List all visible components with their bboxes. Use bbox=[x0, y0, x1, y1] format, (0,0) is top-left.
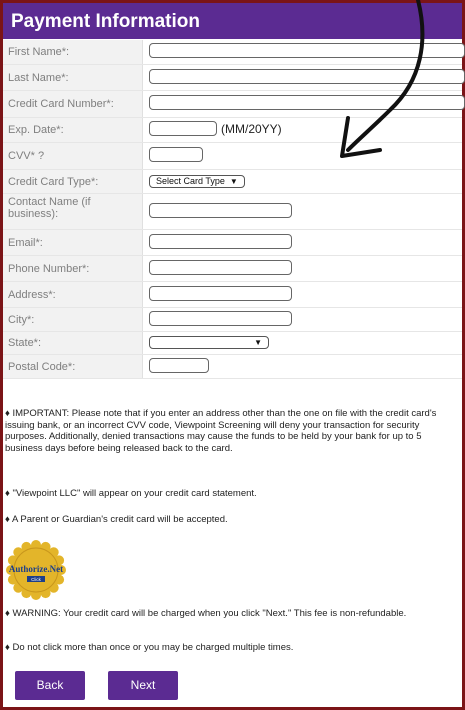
email-label: Email*: bbox=[3, 230, 143, 255]
contact-name-input[interactable] bbox=[149, 202, 292, 218]
city-label: City*: bbox=[3, 308, 143, 331]
card-type-selected: Select Card Type bbox=[156, 175, 225, 186]
guardian-note: ♦ A Parent or Guardian's credit card wil… bbox=[5, 514, 228, 525]
first-name-input[interactable] bbox=[149, 43, 465, 58]
last-name-label: Last Name*: bbox=[3, 65, 143, 90]
phone-input[interactable] bbox=[149, 259, 292, 275]
address-input[interactable] bbox=[149, 285, 292, 301]
address-label: Address*: bbox=[3, 282, 143, 307]
statement-note: ♦ "Viewpoint LLC" will appear on your cr… bbox=[5, 488, 257, 499]
form-row-contact-name: Contact Name (if business): bbox=[3, 194, 462, 230]
form-row-state: State*: ▼ bbox=[3, 332, 462, 355]
cvv-input[interactable] bbox=[149, 147, 203, 162]
form-row-city: City*: bbox=[3, 308, 462, 332]
card-number-label: Credit Card Number*: bbox=[3, 91, 143, 117]
form-row-last-name: Last Name*: bbox=[3, 65, 465, 91]
form-row-card-number: Credit Card Number*: bbox=[3, 91, 465, 118]
phone-label: Phone Number*: bbox=[3, 256, 143, 281]
exp-date-input[interactable] bbox=[149, 121, 217, 136]
first-name-label: First Name*: bbox=[3, 40, 143, 64]
card-type-label: Credit Card Type*: bbox=[3, 170, 143, 193]
city-input[interactable] bbox=[149, 310, 292, 326]
form-row-exp-date: Exp. Date*: (MM/20YY) bbox=[3, 118, 462, 143]
card-type-select[interactable]: Select Card Type ▼ bbox=[149, 174, 245, 188]
form-row-phone: Phone Number*: bbox=[3, 256, 462, 282]
postal-input[interactable] bbox=[149, 357, 209, 373]
seal-click-text: Click bbox=[31, 577, 41, 582]
form-row-email: Email*: bbox=[3, 230, 462, 256]
form-row-first-name: First Name*: bbox=[3, 40, 465, 65]
page-title: Payment Information bbox=[11, 11, 200, 32]
seal-brand-text: Authorize.Net bbox=[9, 564, 63, 574]
form-row-postal: Postal Code*: bbox=[3, 355, 462, 379]
form-row-card-type: Credit Card Type*: Select Card Type ▼ bbox=[3, 170, 462, 194]
chevron-down-icon: ▼ bbox=[254, 338, 262, 347]
payment-header: Payment Information bbox=[3, 3, 462, 39]
next-button[interactable]: Next bbox=[108, 671, 178, 700]
chevron-down-icon: ▼ bbox=[229, 176, 238, 186]
state-select[interactable]: ▼ bbox=[149, 336, 269, 349]
exp-date-hint: (MM/20YY) bbox=[221, 122, 282, 136]
authorize-net-seal[interactable]: Authorize.Net Click bbox=[6, 540, 66, 600]
card-number-input[interactable] bbox=[149, 95, 465, 110]
seal-icon: Authorize.Net Click bbox=[6, 540, 66, 600]
contact-name-label: Contact Name (if business): bbox=[3, 194, 143, 229]
warning-note: ♦ WARNING: Your credit card will be char… bbox=[5, 608, 407, 619]
once-note: ♦ Do not click more than once or you may… bbox=[5, 642, 294, 653]
back-button[interactable]: Back bbox=[15, 671, 85, 700]
exp-date-label: Exp. Date*: bbox=[3, 118, 143, 142]
state-label: State*: bbox=[3, 332, 143, 354]
cvv-label: CVV* ? bbox=[3, 143, 143, 169]
important-note: ♦ IMPORTANT: Please note that if you ent… bbox=[5, 408, 437, 454]
postal-label: Postal Code*: bbox=[3, 355, 143, 378]
form-row-address: Address*: bbox=[3, 282, 462, 308]
email-input[interactable] bbox=[149, 233, 292, 249]
last-name-input[interactable] bbox=[149, 68, 465, 84]
form-row-cvv: CVV* ? bbox=[3, 143, 462, 170]
